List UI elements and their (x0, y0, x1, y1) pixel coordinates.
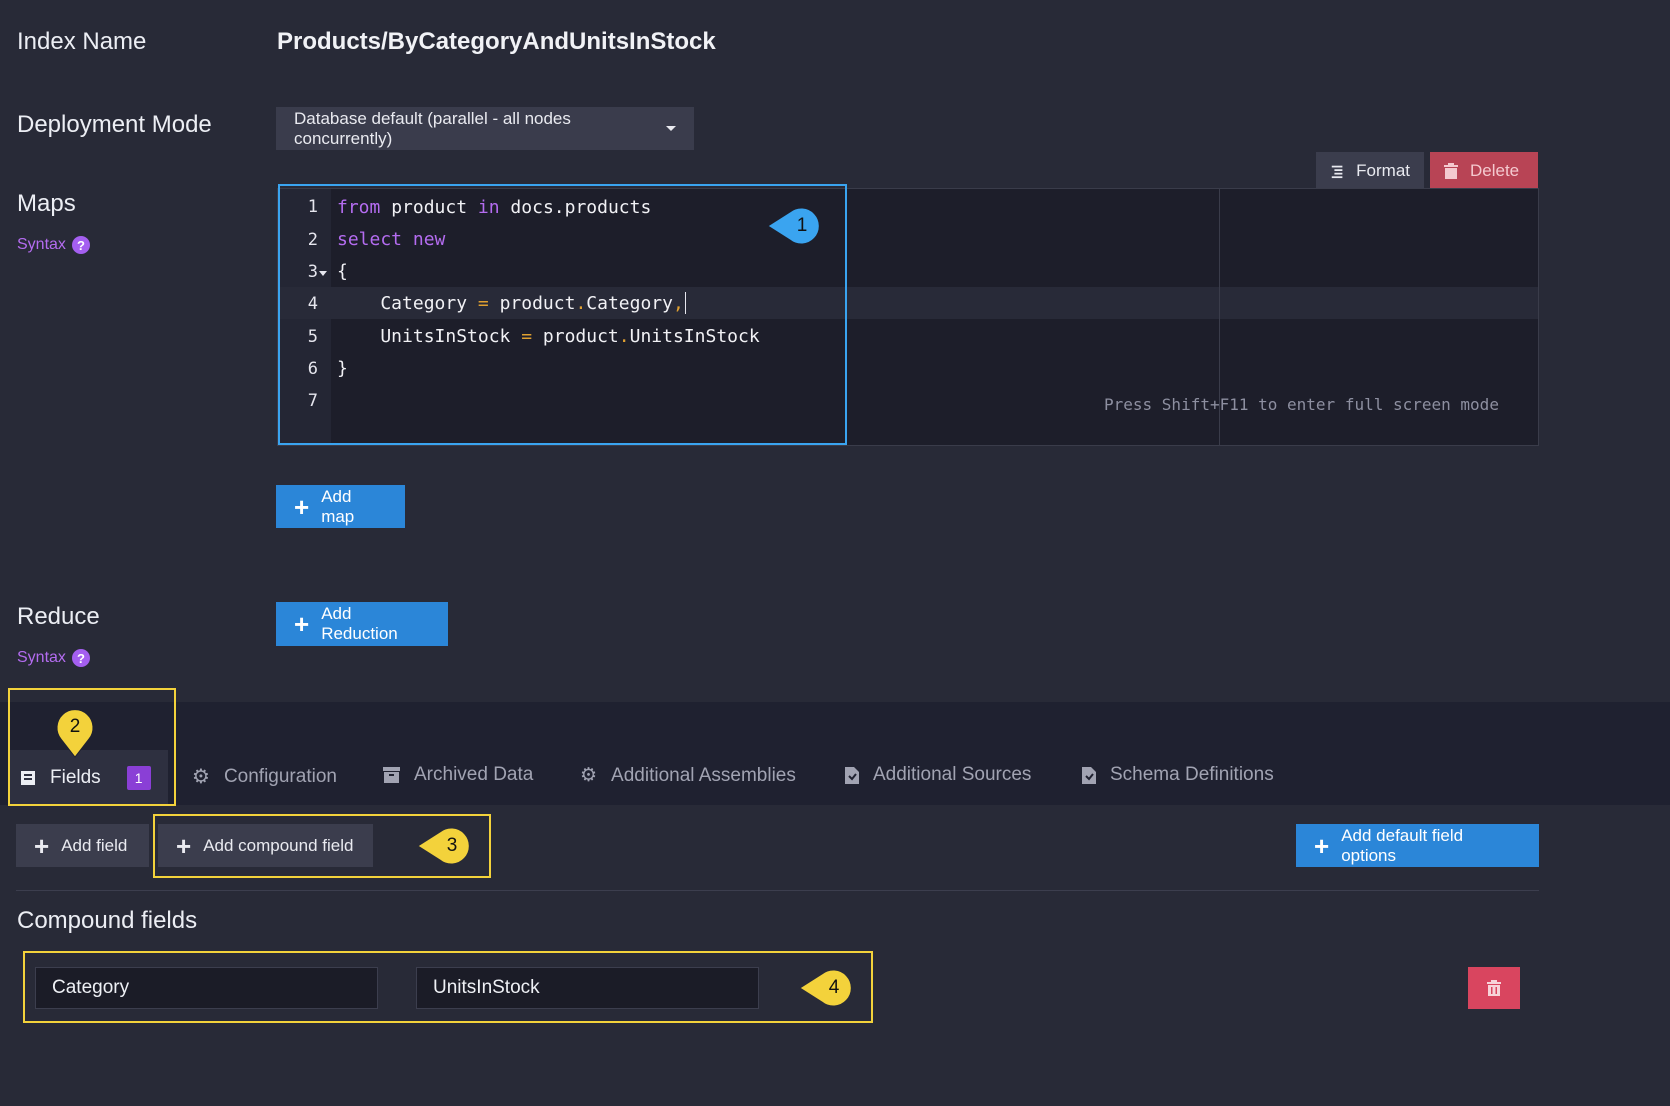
add-map-label: Add map (321, 486, 355, 526)
callout-4-number: 4 (828, 977, 840, 998)
gears-icon: ⚙ (580, 765, 598, 786)
file-icon (1082, 766, 1096, 784)
maps-label: Maps (17, 190, 76, 217)
tab-additional-assemblies[interactable]: ⚙ Additional Assemblies (580, 764, 796, 787)
callout-4-highlight (23, 951, 873, 1023)
help-icon: ? (71, 649, 90, 667)
compound-fields-title: Compound fields (17, 907, 198, 934)
chevron-down-icon (666, 126, 676, 131)
plus-icon: + (1314, 830, 1330, 861)
format-label: Format (1356, 160, 1410, 180)
deployment-mode-label: Deployment Mode (17, 111, 212, 138)
delete-map-button[interactable]: Delete (1430, 152, 1538, 189)
add-field-button[interactable]: + Add field (16, 824, 149, 867)
trash-icon (1487, 980, 1501, 996)
index-name-label: Index Name (17, 28, 147, 55)
add-default-field-options-label: Add default field options (1341, 825, 1464, 865)
index-name-value: Products/ByCategoryAndUnitsInStock (277, 28, 716, 55)
reduce-label: Reduce (17, 603, 100, 630)
file-icon (845, 766, 859, 784)
deployment-mode-dropdown[interactable]: Database default (parallel - all nodes c… (276, 107, 694, 150)
tab-archived-data[interactable]: Archived Data (383, 764, 533, 786)
deployment-mode-value: Database default (parallel - all nodes c… (294, 108, 571, 148)
add-field-label: Add field (61, 835, 128, 855)
tab-label: Additional Sources (873, 764, 1032, 785)
callout-1-number: 1 (796, 215, 808, 236)
gear-icon: ⚙ (192, 766, 210, 788)
callout-2-number: 2 (69, 716, 81, 737)
maps-syntax-link[interactable]: Syntax ? (17, 236, 90, 254)
tab-schema-definitions[interactable]: Schema Definitions (1082, 764, 1274, 786)
full-screen-hint: Press Shift+F11 to enter full screen mod… (1104, 395, 1499, 414)
remove-compound-field-button[interactable] (1468, 967, 1520, 1009)
plus-icon: + (34, 830, 50, 861)
format-button[interactable]: Format (1316, 152, 1424, 189)
syntax-label: Syntax (17, 236, 66, 253)
plus-icon: + (294, 609, 310, 639)
help-icon: ? (71, 236, 90, 254)
tab-label: Schema Definitions (1110, 764, 1274, 785)
add-reduction-label: Add Reduction (321, 604, 398, 643)
add-map-button[interactable]: + Add map (276, 485, 405, 528)
tab-bar (0, 702, 1670, 805)
trash-icon (1444, 162, 1458, 179)
reduce-syntax-link[interactable]: Syntax ? (17, 649, 90, 667)
syntax-label: Syntax (17, 649, 66, 666)
section-divider (16, 890, 1539, 891)
tab-label: Archived Data (414, 764, 534, 785)
plus-icon: + (294, 491, 310, 522)
tab-label: Configuration (223, 765, 337, 787)
callout-1-highlight (278, 184, 847, 445)
tab-label: Additional Assemblies (611, 764, 796, 786)
add-default-field-options-button[interactable]: + Add default field options (1296, 824, 1539, 867)
archive-icon (383, 767, 400, 783)
delete-label: Delete (1470, 160, 1520, 180)
callout-3-number: 3 (446, 835, 458, 856)
tab-additional-sources[interactable]: Additional Sources (845, 764, 1031, 786)
tab-configuration[interactable]: ⚙ Configuration (192, 764, 337, 789)
add-reduction-button[interactable]: + Add Reduction (276, 602, 448, 646)
format-icon (1331, 165, 1343, 178)
